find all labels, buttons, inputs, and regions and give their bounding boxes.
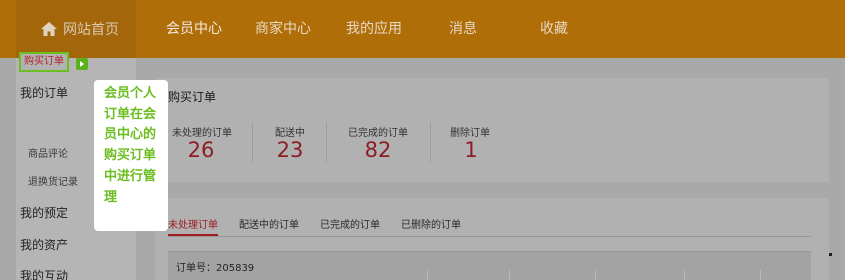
stat-label-shipping: 配送中 bbox=[275, 128, 305, 139]
column-separator bbox=[427, 270, 428, 280]
stat-label-deleted: 删除订单 bbox=[450, 128, 490, 139]
column-separator bbox=[509, 270, 510, 280]
order-number: 订单号：205839 bbox=[176, 263, 255, 274]
stat-value-completed[interactable]: 82 bbox=[353, 138, 403, 162]
column-separator bbox=[684, 270, 685, 280]
nav-messages[interactable]: 消息 bbox=[449, 0, 477, 58]
order-row bbox=[168, 251, 811, 280]
nav-home-label: 网站首页 bbox=[63, 22, 119, 38]
order-summary-panel bbox=[155, 78, 829, 182]
stat-divider bbox=[326, 122, 327, 162]
nav-merchant-center[interactable]: 商家中心 bbox=[255, 0, 311, 58]
scrollbar-marker bbox=[829, 253, 832, 256]
tabs-divider bbox=[168, 236, 811, 237]
stat-label-completed: 已完成的订单 bbox=[348, 128, 408, 139]
page-title: 购买订单 bbox=[168, 90, 217, 104]
stat-value-deleted[interactable]: 1 bbox=[446, 138, 496, 162]
stat-divider bbox=[252, 122, 253, 162]
annotation-callout: 会员个人订单在会员中心的购买订单中进行管理 bbox=[94, 80, 168, 231]
tab-completed-orders[interactable]: 已完成的订单 bbox=[320, 216, 380, 231]
tab-shipping-orders[interactable]: 配送中的订单 bbox=[239, 216, 299, 231]
stat-label-pending: 未处理的订单 bbox=[172, 128, 232, 139]
tab-pending-orders[interactable]: 未处理订单 bbox=[168, 216, 218, 231]
column-separator bbox=[595, 270, 596, 280]
stat-value-shipping[interactable]: 23 bbox=[265, 138, 315, 162]
sidebar-my-interactions[interactable]: 我的互动 bbox=[20, 267, 68, 280]
stat-divider bbox=[430, 122, 431, 162]
sidebar-my-orders[interactable]: 我的订单 bbox=[20, 84, 68, 101]
sidebar-returns[interactable]: 退换货记录 bbox=[28, 173, 78, 188]
nav-my-apps[interactable]: 我的应用 bbox=[346, 0, 402, 58]
nav-member-center[interactable]: 会员中心 bbox=[166, 0, 222, 58]
stat-value-pending[interactable]: 26 bbox=[176, 138, 226, 162]
tab-deleted-orders[interactable]: 已删除的订单 bbox=[401, 216, 461, 231]
sidebar-my-assets[interactable]: 我的资产 bbox=[20, 236, 68, 253]
sidebar-my-bookings[interactable]: 我的预定 bbox=[20, 204, 68, 221]
sidebar-purchase-orders[interactable]: 购买订单 bbox=[19, 52, 69, 72]
sidebar-product-reviews[interactable]: 商品评论 bbox=[28, 145, 68, 160]
nav-favorites[interactable]: 收藏 bbox=[540, 0, 568, 58]
arrow-right-icon bbox=[76, 58, 88, 70]
nav-home-link[interactable]: 网站首页 bbox=[16, 0, 136, 58]
column-separator bbox=[760, 270, 761, 280]
home-icon bbox=[41, 22, 57, 36]
